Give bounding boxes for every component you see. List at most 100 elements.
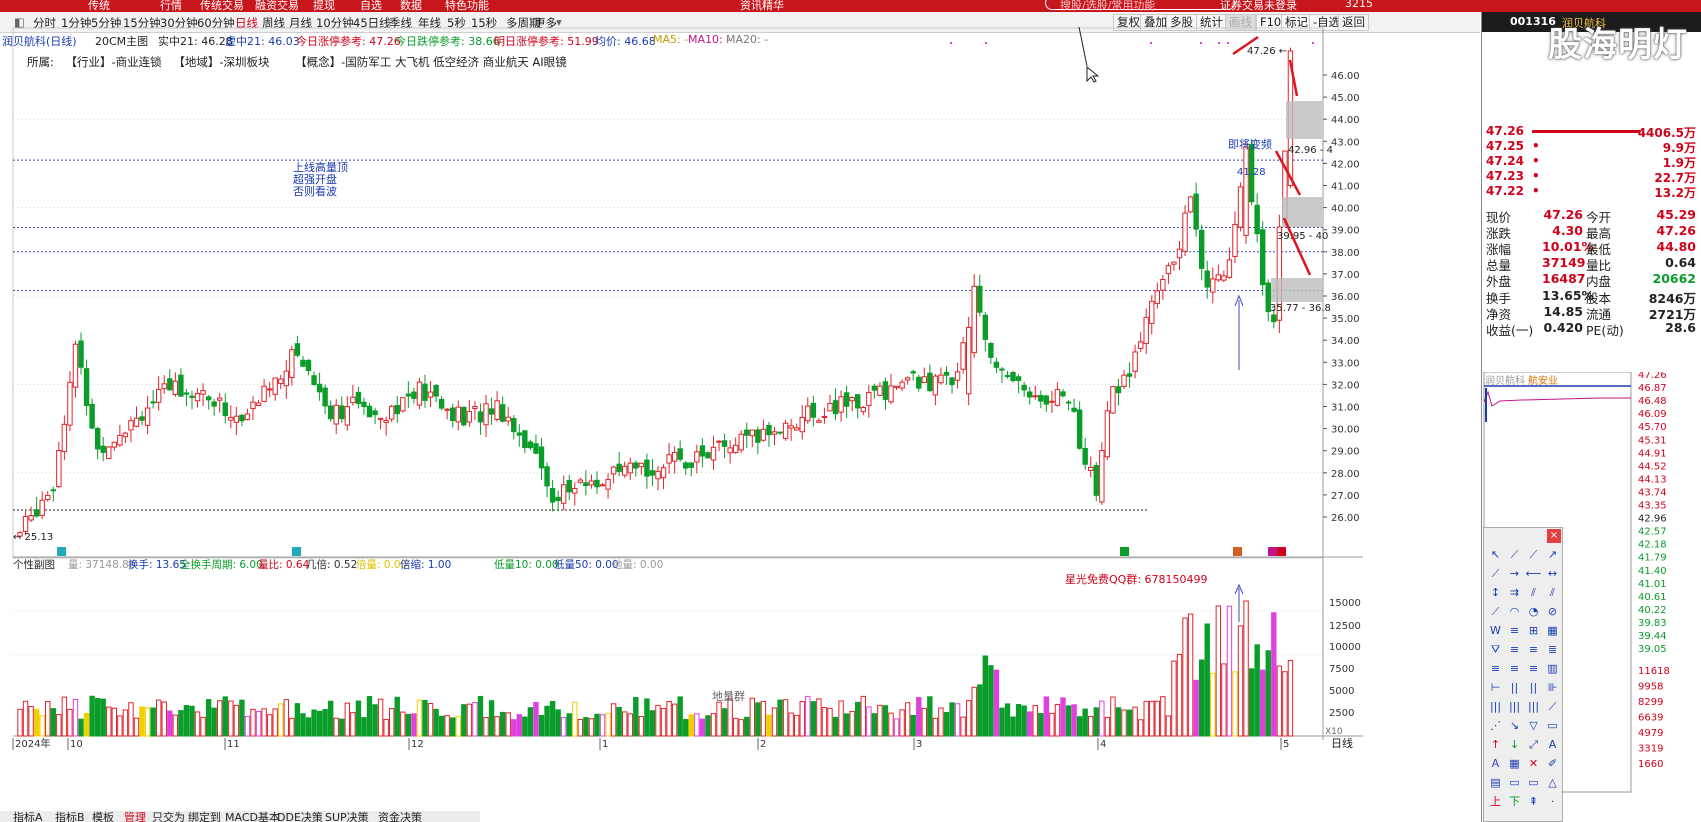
volume-bar xyxy=(300,713,306,737)
draw-tool-icon[interactable]: ▤ xyxy=(1487,774,1504,791)
draw-tool-icon[interactable]: ≡ xyxy=(1506,660,1523,677)
subchart-turnover: 换手: 13.65 xyxy=(128,558,186,571)
volume-bar xyxy=(1032,705,1038,737)
draw-tool-icon[interactable]: ⇉ xyxy=(1506,584,1523,601)
candle-body xyxy=(1032,395,1038,398)
draw-tool-icon[interactable]: ◔ xyxy=(1525,603,1542,620)
draw-tool-icon[interactable]: ⊪ xyxy=(1544,679,1561,696)
candle-body xyxy=(1010,372,1016,382)
indicator-tab-2[interactable]: 模板 xyxy=(92,811,114,822)
indicator-tab-0[interactable]: 指标A xyxy=(13,811,43,822)
draw-tool-icon[interactable]: ▭ xyxy=(1506,774,1523,791)
price-zone-1 xyxy=(1282,197,1322,227)
draw-tool-icon[interactable]: ▽ xyxy=(1525,717,1542,734)
draw-tool-icon[interactable]: ⟋ xyxy=(1487,565,1504,582)
indicator-tab-9[interactable]: 资金决策 xyxy=(378,811,422,822)
draw-tool-icon[interactable]: ≣ xyxy=(1544,641,1561,658)
draw-tool-icon[interactable]: ≡ xyxy=(1487,660,1504,677)
draw-tool-icon[interactable]: ⊘ xyxy=(1544,603,1561,620)
draw-tool-icon[interactable]: ||| xyxy=(1506,698,1523,715)
indicator-tab-1[interactable]: 指标B xyxy=(55,811,85,822)
draw-tool-icon[interactable]: ✐ xyxy=(1544,755,1561,772)
draw-tool-icon[interactable]: ⫽ xyxy=(1544,584,1561,601)
candle-body xyxy=(816,420,822,423)
draw-tool-icon[interactable]: ↘ xyxy=(1506,717,1523,734)
indicator-tab-3[interactable]: 管理 xyxy=(124,811,146,822)
draw-tool-icon[interactable]: ▥ xyxy=(1544,660,1561,677)
quote-value: 47.26 xyxy=(1543,207,1583,222)
indicator-tab-5[interactable]: 绑定到 xyxy=(188,811,221,822)
draw-tool-icon[interactable]: ⟋ xyxy=(1544,698,1561,715)
candle-body xyxy=(572,487,578,494)
draw-tool-icon[interactable]: ▭ xyxy=(1525,774,1542,791)
draw-tool-icon[interactable]: ⟵ xyxy=(1525,565,1542,582)
draw-tool-icon[interactable]: ↔ xyxy=(1544,565,1561,582)
draw-tool-icon[interactable]: ↖ xyxy=(1487,546,1504,563)
draw-tool-icon[interactable]: ▦ xyxy=(1544,622,1561,639)
candle-body xyxy=(660,467,667,479)
mini-title: 润贝航科 xyxy=(1485,374,1525,387)
draw-tool-icon[interactable]: ⊞ xyxy=(1525,622,1542,639)
draw-tool-icon[interactable]: 上 xyxy=(1487,793,1504,810)
candle-body xyxy=(455,406,461,423)
draw-tool-icon[interactable]: ≡ xyxy=(1506,622,1523,639)
draw-tool-icon[interactable]: ↑ xyxy=(1487,736,1504,753)
draw-tool-icon[interactable]: ↗ xyxy=(1544,546,1561,563)
draw-tool-icon[interactable]: ↓ xyxy=(1506,736,1523,753)
draw-tool-icon[interactable]: ◠ xyxy=(1506,603,1523,620)
close-icon[interactable]: × xyxy=(1547,529,1561,543)
draw-tool-icon[interactable]: ✕ xyxy=(1525,755,1542,772)
draw-tool-icon[interactable]: ⤢ xyxy=(1525,736,1542,753)
draw-tool-icon[interactable]: ||| xyxy=(1525,698,1542,715)
draw-tool-icon[interactable]: ≡ xyxy=(1525,660,1542,677)
candle-body xyxy=(1160,279,1166,291)
kline-chart[interactable]: 46.00 45.00 44.00 43.00 42.00 41.00 40.00 39.00… xyxy=(0,0,1481,811)
candle-body xyxy=(261,385,267,402)
draw-tool-icon[interactable]: ≡ xyxy=(1525,641,1542,658)
draw-tool-icon[interactable]: 下 xyxy=(1506,793,1523,810)
volume-bar xyxy=(544,705,550,737)
indicator-tab-8[interactable]: SUP决策 xyxy=(325,811,369,822)
draw-tool-icon[interactable]: || xyxy=(1506,679,1523,696)
draw-tool-icon[interactable]: || xyxy=(1525,679,1542,696)
volume-bar xyxy=(344,702,351,737)
draw-tool-icon[interactable]: Ａ xyxy=(1487,755,1504,772)
draw-tool-icon[interactable]: ⇞ xyxy=(1525,793,1542,810)
volume-bar xyxy=(710,713,717,737)
draw-tool-icon[interactable]: ⟋ xyxy=(1525,546,1542,563)
indicator-tab-7[interactable]: DDE决策 xyxy=(277,811,323,822)
draw-tool-icon[interactable]: ≡ xyxy=(1506,641,1523,658)
candle-body xyxy=(732,444,739,453)
draw-tool-icon[interactable]: ⫽ xyxy=(1525,584,1542,601)
candle-body xyxy=(1110,386,1116,414)
draw-tool-icon[interactable]: ▦ xyxy=(1506,755,1523,772)
price-tick-label: 29.00 xyxy=(1331,447,1360,458)
draw-tool-icon[interactable]: A xyxy=(1544,736,1561,753)
mini-axis-label: 44.52 xyxy=(1638,461,1667,472)
draw-tool-icon[interactable]: ⛛ xyxy=(1487,641,1504,658)
quote-value: 16487 xyxy=(1542,271,1586,286)
draw-tool-icon[interactable]: ⟋ xyxy=(1506,546,1523,563)
volume-bar xyxy=(50,708,56,737)
draw-tool-icon[interactable]: · xyxy=(1544,793,1561,810)
volume-bar xyxy=(17,708,23,737)
draw-tool-icon[interactable]: ⋰ xyxy=(1487,717,1504,734)
indicator-tab-4[interactable]: 只交为 xyxy=(152,811,185,822)
volume-bar xyxy=(771,707,778,737)
volume-bar xyxy=(1054,703,1061,737)
volume-bar xyxy=(1276,665,1283,737)
volume-bar xyxy=(161,701,167,737)
candle-body xyxy=(544,466,550,487)
draw-tool-icon[interactable]: △ xyxy=(1544,774,1561,791)
draw-tool-icon[interactable]: W xyxy=(1487,622,1504,639)
indicator-tab-6[interactable]: MACD基本 xyxy=(225,811,280,822)
volume-bar xyxy=(217,700,223,737)
draw-tool-icon[interactable]: ↕ xyxy=(1487,584,1504,601)
draw-tool-icon[interactable]: → xyxy=(1506,565,1523,582)
draw-tool-icon[interactable]: ⟋ xyxy=(1487,603,1504,620)
draw-tool-icon[interactable]: ▭ xyxy=(1544,717,1561,734)
draw-tool-icon[interactable]: ⊢ xyxy=(1487,679,1504,696)
draw-tool-icon[interactable]: ||| xyxy=(1487,698,1504,715)
candle-body xyxy=(155,388,162,403)
volume-bar xyxy=(666,701,672,737)
